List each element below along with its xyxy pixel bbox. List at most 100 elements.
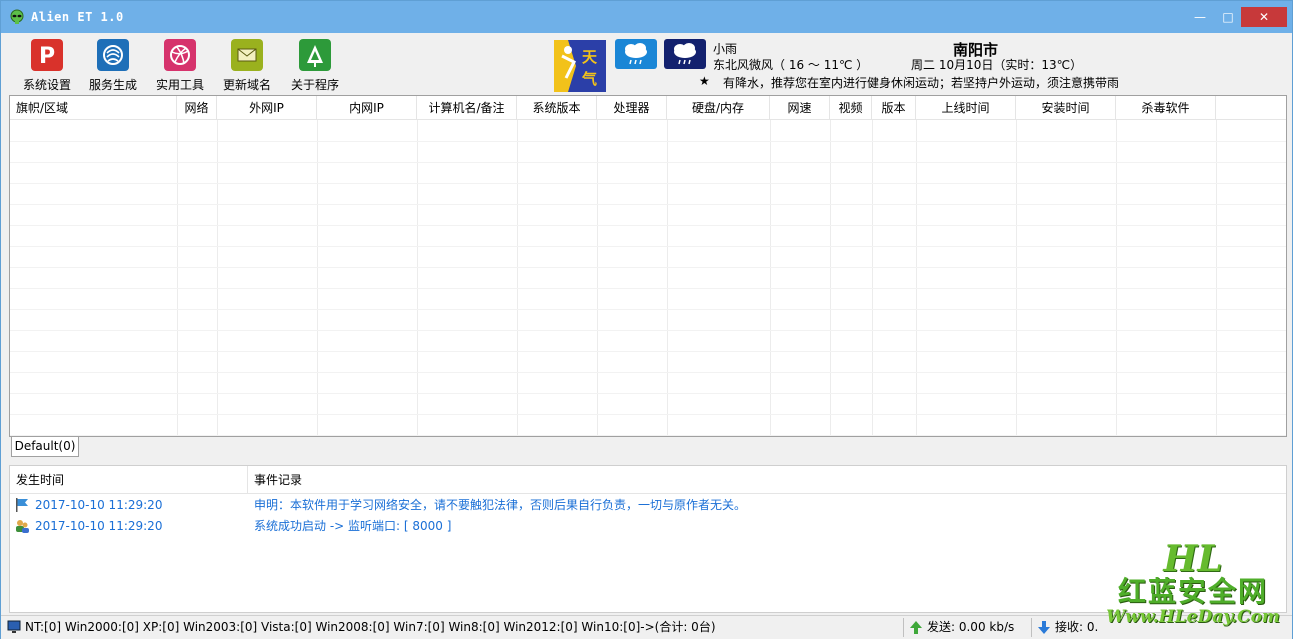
grid-column-line	[1016, 120, 1017, 436]
client-table[interactable]: 旗帜/区域 网络 外网IP 内网IP 计算机名/备注 系统版本 处理器 硬盘/内…	[9, 95, 1287, 437]
os-counts: NT:[0] Win2000:[0] XP:[0] Win2003:[0] Vi…	[25, 620, 716, 634]
grid-row-line	[10, 330, 1286, 331]
tools-label: 实用工具	[155, 78, 204, 92]
tools-button[interactable]: 实用工具	[149, 37, 211, 92]
col-os-version[interactable]: 系统版本	[517, 96, 597, 120]
log-time: 2017-10-10 11:29:20	[35, 498, 163, 512]
service-generate-button[interactable]: 服务生成	[82, 37, 144, 92]
monitor-icon	[7, 620, 21, 633]
recv-rate: 接收: 0.	[1055, 620, 1099, 634]
grid-column-line	[770, 120, 771, 436]
weather-logo-text-1: 天	[582, 48, 598, 66]
settings-label: 系统设置	[22, 78, 71, 92]
col-version[interactable]: 版本	[872, 96, 916, 120]
rain-cloud-night-icon	[664, 39, 706, 69]
send-rate: 发送: 0.00 kb/s	[927, 620, 1015, 634]
watermark-middle: 红蓝安全网	[1117, 575, 1268, 608]
grid-row-line	[10, 141, 1286, 142]
col-event-record[interactable]: 事件记录	[248, 466, 1286, 494]
col-computer-name[interactable]: 计算机名/备注	[417, 96, 517, 120]
tree-icon	[299, 39, 331, 71]
grid-row-line	[10, 288, 1286, 289]
minimize-button[interactable]: —	[1187, 8, 1213, 26]
weather-logo: 天 气	[554, 40, 606, 92]
close-button[interactable]: ✕	[1241, 7, 1287, 27]
col-processor[interactable]: 处理器	[597, 96, 667, 120]
col-online-time[interactable]: 上线时间	[916, 96, 1016, 120]
grid-column-line	[916, 120, 917, 436]
grid-column-line	[517, 120, 518, 436]
log-row[interactable]: 2017-10-10 11:29:20 系统成功启动 -> 监听端口: [ 80…	[10, 516, 1286, 536]
grid-column-line	[1216, 120, 1217, 436]
col-net-speed[interactable]: 网速	[770, 96, 830, 120]
grid-row-line	[10, 225, 1286, 226]
grid-column-line	[317, 120, 318, 436]
weather-condition: 小雨	[713, 42, 738, 56]
update-domain-label: 更新域名	[222, 78, 271, 92]
spiral-icon	[97, 39, 129, 71]
grid-row-line	[10, 183, 1286, 184]
about-button[interactable]: 关于程序	[284, 37, 346, 92]
update-domain-button[interactable]: 更新域名	[216, 37, 278, 92]
grid-row-line	[10, 393, 1286, 394]
col-video[interactable]: 视频	[830, 96, 872, 120]
col-disk-memory[interactable]: 硬盘/内存	[667, 96, 770, 120]
col-internal-ip[interactable]: 内网IP	[317, 96, 417, 120]
tab-default[interactable]: Default(0)	[11, 437, 79, 457]
log-header: 发生时间 事件记录	[10, 466, 1286, 494]
log-message: 申明：本软件用于学习网络安全，请不要触犯法律，否则后果自行负责，一切与原作者无关…	[254, 498, 747, 512]
status-separator	[903, 618, 904, 637]
log-time: 2017-10-10 11:29:20	[35, 519, 163, 533]
grid-row-line	[10, 372, 1286, 373]
status-separator	[1031, 618, 1032, 637]
col-flag-region[interactable]: 旗帜/区域	[10, 96, 177, 120]
dribbble-icon	[164, 39, 196, 71]
grid-column-line	[597, 120, 598, 436]
envelope-icon	[231, 39, 263, 71]
grid-column-line	[872, 120, 873, 436]
alien-icon	[10, 9, 24, 24]
table-header: 旗帜/区域 网络 外网IP 内网IP 计算机名/备注 系统版本 处理器 硬盘/内…	[10, 96, 1286, 120]
weather-advice: 有降水，推荐您在室内进行健身休闲运动；若坚持户外运动，须注意携带雨	[723, 76, 1118, 90]
settings-button[interactable]: P 系统设置	[16, 37, 78, 92]
grid-row-line	[10, 246, 1286, 247]
download-arrow-icon	[1038, 621, 1050, 634]
grid-column-line	[667, 120, 668, 436]
window-title: Alien ET 1.0	[31, 10, 124, 24]
service-generate-label: 服务生成	[88, 78, 137, 92]
event-log[interactable]: 发生时间 事件记录 2017-10-10 11:29:20 申明：本软件用于学习…	[9, 465, 1287, 613]
watermark-url: Www.HLeDay.Com	[1106, 607, 1280, 627]
star-icon: ★	[699, 74, 710, 88]
upload-arrow-icon	[910, 621, 922, 634]
log-row[interactable]: 2017-10-10 11:29:20 申明：本软件用于学习网络安全，请不要触犯…	[10, 495, 1286, 515]
watermark-top: HL	[1163, 538, 1223, 580]
grid-row-line	[10, 204, 1286, 205]
grid-row-line	[10, 267, 1286, 268]
col-external-ip[interactable]: 外网IP	[217, 96, 317, 120]
title-bar[interactable]: Alien ET 1.0 — □ ✕	[1, 1, 1292, 33]
weather-city: 南阳市	[953, 41, 999, 59]
grid-column-line	[830, 120, 831, 436]
grid-row-line	[10, 309, 1286, 310]
about-label: 关于程序	[290, 78, 339, 92]
col-network[interactable]: 网络	[177, 96, 217, 120]
flag-icon	[16, 498, 28, 512]
grid-row-line	[10, 414, 1286, 415]
grid-row-line	[10, 162, 1286, 163]
weather-logo-text-2: 气	[582, 70, 598, 88]
main-window: Alien ET 1.0 — □ ✕ P 系统设置 服务生成 实用工具 更新域名…	[0, 0, 1293, 639]
maximize-button[interactable]: □	[1215, 8, 1241, 26]
col-antivirus[interactable]: 杀毒软件	[1116, 96, 1216, 120]
rain-cloud-icon	[615, 39, 657, 69]
weather-wind-temp: 东北风微风（ 16 ～ 11℃ ）	[713, 58, 869, 72]
col-install-time[interactable]: 安装时间	[1016, 96, 1116, 120]
grid-column-line	[1116, 120, 1117, 436]
log-message: 系统成功启动 -> 监听端口: [ 8000 ]	[254, 519, 452, 533]
grid-column-line	[217, 120, 218, 436]
svg-text:P: P	[39, 44, 55, 69]
col-event-time[interactable]: 发生时间	[10, 466, 248, 494]
pinterest-icon: P	[31, 39, 63, 71]
grid-row-line	[10, 351, 1286, 352]
users-icon	[16, 520, 29, 533]
watermark: HL 红蓝安全网 Www.HLeDay.Com	[1097, 541, 1289, 637]
